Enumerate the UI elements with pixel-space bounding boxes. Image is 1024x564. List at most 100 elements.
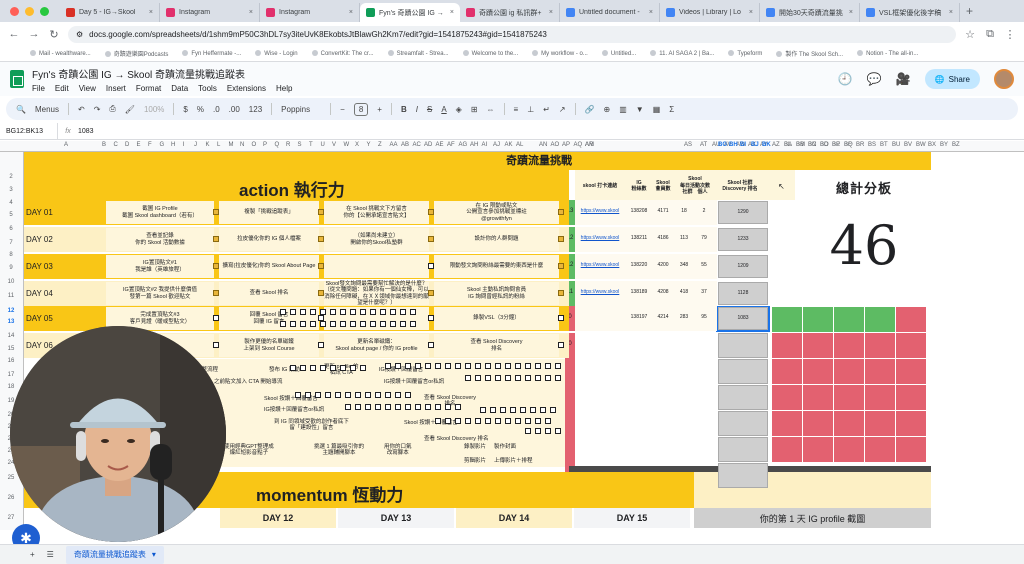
row-header[interactable]: 2 [0, 174, 22, 180]
close-tab-icon[interactable]: × [649, 9, 653, 16]
extensions-icon[interactable]: ⧉ [984, 28, 996, 41]
column-header[interactable]: AA [390, 142, 398, 148]
sheets-logo-icon[interactable] [10, 70, 24, 88]
column-header[interactable]: M [229, 142, 234, 148]
task-checkbox[interactable] [490, 407, 496, 413]
undo-icon[interactable]: ↶ [78, 105, 85, 114]
task-checkbox[interactable] [485, 375, 491, 381]
column-header[interactable]: AD [424, 142, 432, 148]
task-checkbox[interactable] [290, 321, 296, 327]
menu-item[interactable]: Insert [106, 84, 126, 93]
task-checkbox[interactable] [340, 365, 346, 371]
wrap-icon[interactable]: ↵ [543, 105, 550, 114]
bookmark-item[interactable]: Mail - wealthware... [30, 50, 91, 57]
formula-input[interactable]: 1083 [78, 128, 94, 135]
column-header[interactable]: L [217, 142, 220, 148]
task-checkbox[interactable] [320, 321, 326, 327]
column-header[interactable]: BW [916, 142, 926, 148]
task-checkbox[interactable] [365, 392, 371, 398]
task-checkbox[interactable] [310, 309, 316, 315]
column-header[interactable]: K [206, 142, 210, 148]
rank-cell[interactable]: 1128 [718, 287, 768, 299]
column-header[interactable]: BM [796, 142, 805, 148]
task-checkbox[interactable] [535, 418, 541, 424]
decrease-decimal-icon[interactable]: .0 [213, 105, 220, 114]
rank-cell[interactable]: 1209 [718, 260, 768, 272]
add-sheet-icon[interactable]: + [30, 550, 35, 559]
name-box[interactable]: BG12:BK13 [0, 123, 58, 139]
stats-link[interactable] [577, 311, 623, 323]
browser-tab[interactable]: Videos | Library | Lo × [660, 3, 760, 22]
close-tab-icon[interactable]: × [549, 9, 553, 16]
column-header[interactable]: AK [505, 142, 513, 148]
task-checkbox[interactable] [558, 209, 564, 215]
italic-icon[interactable]: I [416, 105, 418, 114]
task-checkbox[interactable] [385, 392, 391, 398]
column-header[interactable]: AP [562, 142, 570, 148]
menu-item[interactable]: View [79, 84, 96, 93]
browser-menu-icon[interactable]: ⋮ [1004, 28, 1016, 41]
link-icon[interactable]: 🔗 [585, 105, 595, 114]
bookmark-item[interactable]: Untitled... [602, 50, 636, 57]
column-header[interactable]: W [344, 142, 350, 148]
task-checkbox[interactable] [535, 375, 541, 381]
task-checkbox[interactable] [395, 404, 401, 410]
column-header[interactable]: I [183, 142, 185, 148]
task-checkbox[interactable] [300, 321, 306, 327]
browser-tab[interactable]: Instagram × [260, 3, 360, 22]
task-checkbox[interactable] [455, 404, 461, 410]
task-checkbox[interactable] [435, 404, 441, 410]
font-size-field[interactable]: 8 [353, 102, 369, 116]
task-checkbox[interactable] [415, 363, 421, 369]
column-header[interactable]: B [102, 142, 106, 148]
column-header[interactable]: Y [367, 142, 371, 148]
close-window-icon[interactable] [10, 7, 19, 16]
browser-tab[interactable]: Untitled document - × [560, 3, 660, 22]
column-header[interactable]: BR [856, 142, 864, 148]
column-header[interactable]: BX [928, 142, 936, 148]
column-header[interactable]: BI [740, 142, 746, 148]
site-info-icon[interactable]: ⚙ [76, 30, 83, 39]
column-header[interactable]: BL [784, 142, 791, 148]
task-checkbox[interactable] [385, 363, 391, 369]
row-header[interactable]: 6 [0, 226, 22, 232]
column-header[interactable]: AZ [772, 142, 780, 148]
task-checkbox[interactable] [350, 321, 356, 327]
task-checkbox[interactable] [290, 309, 296, 315]
task-checkbox[interactable] [465, 375, 471, 381]
task-checkbox[interactable] [505, 363, 511, 369]
column-header[interactable]: X [355, 142, 359, 148]
column-header[interactable]: E [137, 142, 141, 148]
font-size-increase-icon[interactable]: + [377, 105, 382, 114]
column-header[interactable]: H [171, 142, 175, 148]
browser-tab[interactable]: 開始30天奇蹟流量挑 × [760, 3, 860, 22]
task-checkbox[interactable] [555, 375, 561, 381]
task-checkbox[interactable] [405, 404, 411, 410]
task-checkbox[interactable] [320, 365, 326, 371]
task-checkbox[interactable] [515, 375, 521, 381]
task-checkbox[interactable] [290, 365, 296, 371]
column-header[interactable]: A [64, 142, 68, 148]
close-tab-icon[interactable]: × [249, 9, 253, 16]
task-checkbox[interactable] [280, 321, 286, 327]
task-checkbox[interactable] [280, 309, 286, 315]
row-header[interactable]: 17 [0, 372, 22, 378]
task-checkbox[interactable] [360, 321, 366, 327]
column-header[interactable]: BY [940, 142, 948, 148]
task-checkbox[interactable] [540, 407, 546, 413]
column-header[interactable]: BT [880, 142, 888, 148]
task-checkbox[interactable] [325, 392, 331, 398]
task-checkbox[interactable] [355, 392, 361, 398]
column-header[interactable]: D [125, 142, 129, 148]
column-header[interactable]: Q [275, 142, 280, 148]
bold-icon[interactable]: B [401, 105, 407, 114]
task-checkbox[interactable] [375, 404, 381, 410]
task-checkbox[interactable] [558, 290, 564, 296]
column-header[interactable]: AL [516, 142, 523, 148]
all-sheets-icon[interactable]: ☰ [47, 550, 54, 559]
task-checkbox[interactable] [545, 428, 551, 434]
task-checkbox[interactable] [555, 428, 561, 434]
column-header[interactable]: AR [585, 142, 593, 148]
font-size-decrease-icon[interactable]: − [340, 105, 345, 114]
column-header[interactable]: BK [762, 142, 771, 148]
